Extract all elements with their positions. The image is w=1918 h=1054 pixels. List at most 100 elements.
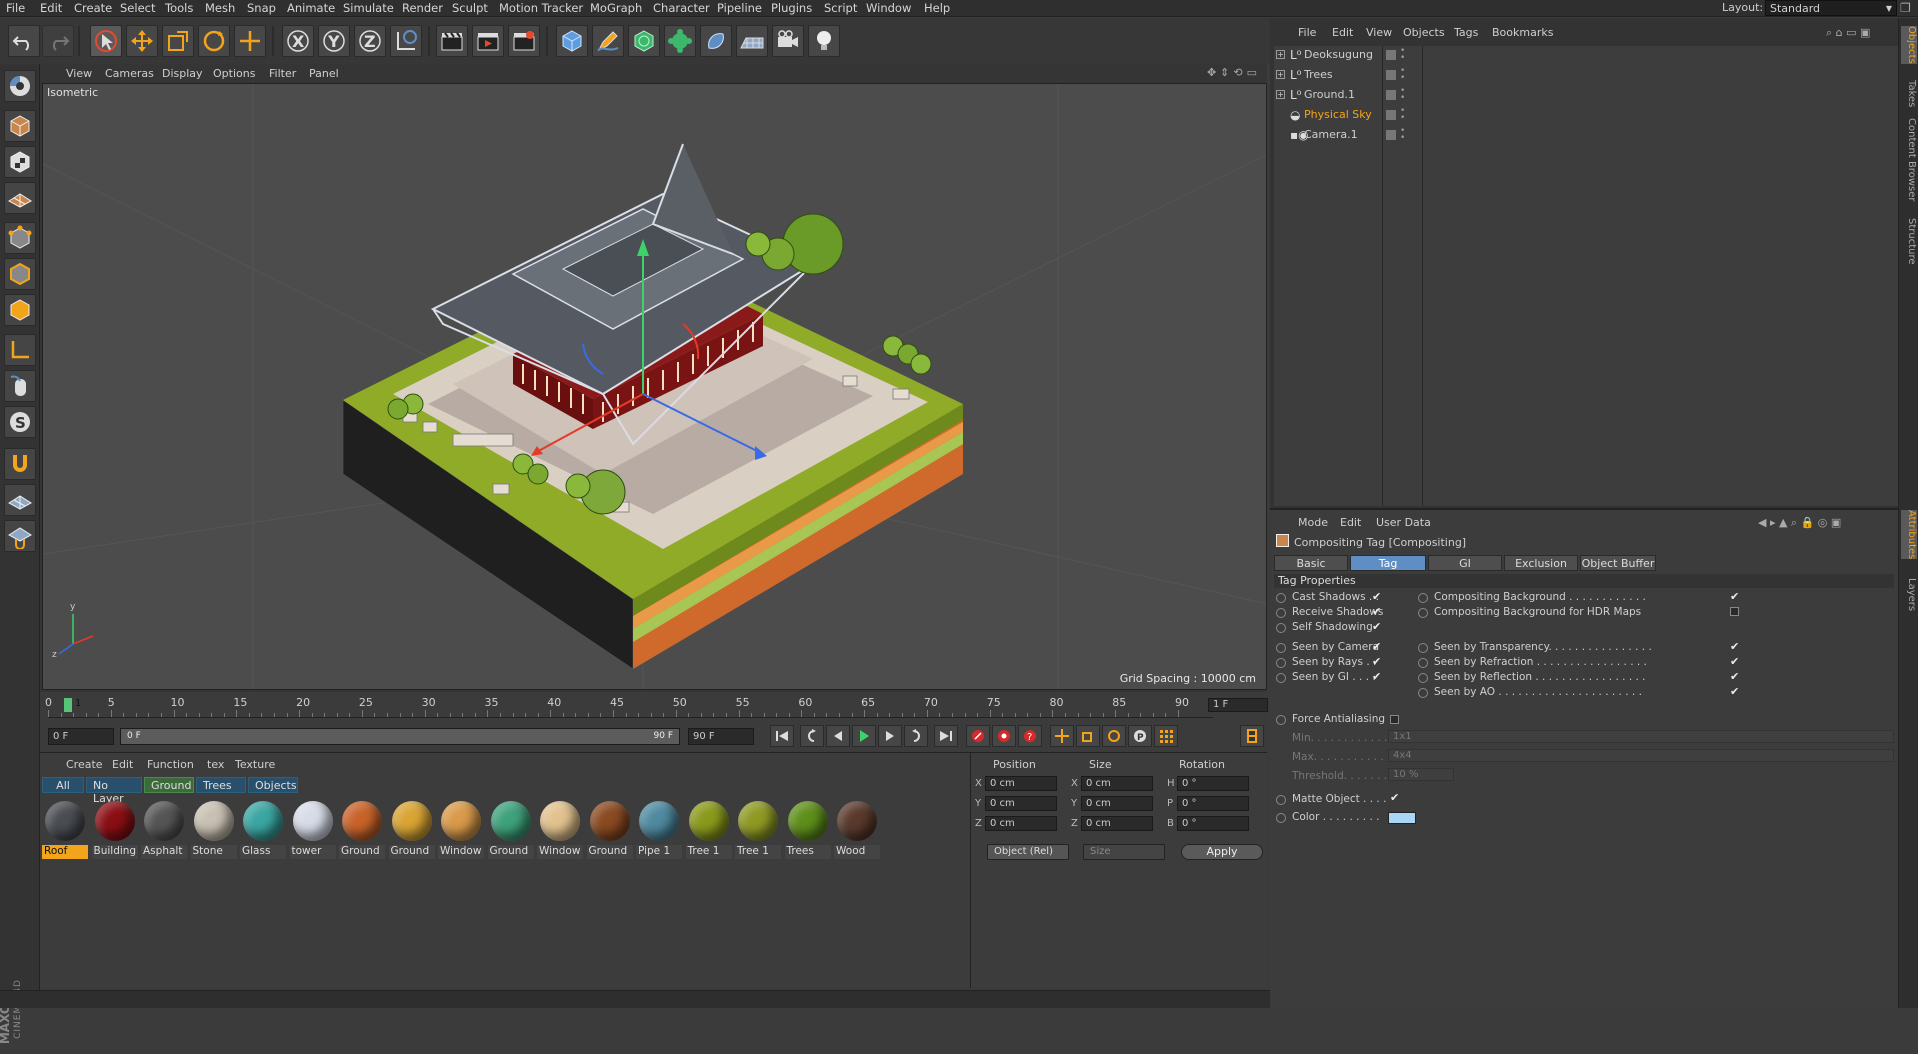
menu-script[interactable]: Script (824, 1, 857, 15)
x-axis-lock-button[interactable]: X (282, 25, 314, 57)
max-dropdown[interactable]: 4x4 (1388, 749, 1894, 762)
add-subdivision-button[interactable] (628, 25, 660, 57)
transform-button[interactable] (234, 25, 266, 57)
property-checkmark[interactable]: ✔ (1730, 686, 1741, 698)
menu-character[interactable]: Character (653, 1, 710, 15)
previous-frame-button[interactable] (826, 725, 850, 747)
side-tab-objects[interactable]: Objects (1901, 26, 1917, 64)
animation-radio[interactable] (1276, 673, 1286, 683)
vp-menu-panel[interactable]: Panel (309, 67, 339, 80)
menu-animate[interactable]: Animate (287, 1, 335, 15)
menu-create[interactable]: Create (74, 1, 112, 15)
object-row[interactable]: ◒ Physical Sky • • (1274, 106, 1898, 126)
attr-menu-mode[interactable]: Mode (1298, 516, 1328, 529)
pos-y-field[interactable]: 0 cm (985, 796, 1057, 811)
object-row[interactable]: + L⁰ Trees • • (1274, 66, 1898, 86)
add-camera-button[interactable] (772, 25, 804, 57)
property-checkbox[interactable] (1730, 607, 1739, 616)
side-tab-structure[interactable]: Structure (1901, 218, 1917, 265)
next-key-button[interactable] (904, 725, 928, 747)
vp-menu-display[interactable]: Display (162, 67, 203, 80)
object-row[interactable]: + L⁰ Ground.1 • • (1274, 86, 1898, 106)
filter-objects[interactable]: Objects (248, 777, 298, 793)
rotate-button[interactable] (198, 25, 230, 57)
mat-menu-texture[interactable]: Texture (235, 758, 275, 771)
obj-menu-objects[interactable]: Objects (1403, 26, 1445, 39)
material-swatch[interactable]: Trees (784, 799, 831, 861)
make-editable-button[interactable] (4, 70, 36, 102)
layout-dropdown[interactable]: Standard ▼ (1765, 0, 1897, 16)
color-swatch[interactable] (1388, 812, 1416, 824)
autokey-button[interactable] (992, 725, 1016, 747)
material-swatch[interactable]: Ground (339, 799, 385, 861)
property-checkmark[interactable]: ✔ (1730, 671, 1741, 683)
side-tab-takes[interactable]: Takes (1901, 80, 1917, 107)
tab-exclusion[interactable]: Exclusion (1504, 555, 1578, 571)
next-frame-button[interactable] (878, 725, 902, 747)
key-rotation-button[interactable] (1102, 725, 1126, 747)
tab-gi[interactable]: GI (1428, 555, 1502, 571)
material-swatch[interactable]: Roof (42, 799, 88, 861)
go-to-end-button[interactable] (934, 725, 958, 747)
animation-radio[interactable] (1418, 643, 1428, 653)
menu-pipeline[interactable]: Pipeline (717, 1, 762, 15)
tweak-mode-button[interactable] (4, 370, 36, 402)
material-swatch[interactable]: Tree 1 (735, 799, 781, 861)
property-checkmark[interactable]: ✔ (1372, 656, 1383, 668)
material-swatch[interactable]: Pipe 1 (636, 799, 682, 861)
size-y-field[interactable]: 0 cm (1081, 796, 1153, 811)
timeline-ruler[interactable]: 0 5 10 15 20 25 30 35 40 45 50 55 60 65 70 75 80 85 90 (45, 696, 1213, 718)
visibility-dots-icon[interactable]: • • (1400, 127, 1405, 143)
obj-menu-tags[interactable]: Tags (1454, 26, 1478, 39)
material-swatch[interactable]: tower (289, 799, 336, 861)
3d-viewport[interactable]: Isometric y z Grid Spacing: 10000 cm (42, 83, 1267, 690)
menu-simulate[interactable]: Simulate (343, 1, 394, 15)
object-manager-search-icon[interactable]: ⌕ ⌂ ▭ ▣ (1826, 26, 1870, 40)
property-checkmark[interactable]: ✔ (1372, 641, 1383, 653)
expand-toggle-icon[interactable]: + (1276, 70, 1285, 79)
threshold-field[interactable]: 10 % (1388, 768, 1454, 781)
filter-trees[interactable]: Trees (196, 777, 246, 793)
animation-radio[interactable] (1276, 593, 1286, 603)
animation-radio[interactable] (1276, 658, 1286, 668)
object-row[interactable]: + L⁰ Deoksugung • • (1274, 46, 1898, 66)
undo-button[interactable] (8, 25, 40, 57)
key-param-button[interactable]: P (1128, 725, 1152, 747)
material-swatch[interactable]: Ground (487, 799, 534, 861)
frame-end-field[interactable]: 90 F (688, 728, 754, 745)
menu-tools[interactable]: Tools (165, 1, 193, 15)
animation-radio[interactable] (1418, 688, 1428, 698)
menu-plugins[interactable]: Plugins (771, 1, 812, 15)
add-floor-button[interactable] (736, 25, 768, 57)
menu-mograph[interactable]: MoGraph (590, 1, 642, 15)
size-mode-dropdown[interactable]: Size (1083, 844, 1165, 860)
edges-mode-button[interactable] (4, 258, 36, 290)
filter-all[interactable]: All (42, 777, 84, 793)
filter-ground[interactable]: Ground (144, 777, 194, 793)
menu-edit[interactable]: Edit (40, 1, 62, 15)
menu-motion-tracker[interactable]: Motion Tracker (499, 1, 583, 15)
side-tab-content-browser[interactable]: Content Browser (1901, 118, 1917, 201)
layer-color-swatch[interactable] (1386, 90, 1396, 100)
menu-window[interactable]: Window (866, 1, 911, 15)
menu-select[interactable]: Select (120, 1, 155, 15)
vp-menu-options[interactable]: Options (213, 67, 255, 80)
size-x-field[interactable]: 0 cm (1081, 776, 1153, 791)
matte-anim-radio[interactable] (1276, 795, 1286, 805)
obj-menu-file[interactable]: File (1298, 26, 1316, 39)
size-z-field[interactable]: 0 cm (1081, 816, 1153, 831)
animation-radio[interactable] (1276, 623, 1286, 633)
window-restore-icon[interactable]: ❐ (1900, 1, 1914, 15)
matte-object-checkmark[interactable]: ✔ (1390, 792, 1401, 804)
material-swatch[interactable]: Ground (586, 799, 633, 861)
key-scale-button[interactable] (1076, 725, 1100, 747)
material-swatch[interactable]: Window (438, 799, 484, 861)
y-axis-lock-button[interactable]: Y (318, 25, 350, 57)
material-swatch[interactable]: Building (91, 799, 138, 861)
go-to-start-button[interactable] (770, 725, 794, 747)
tab-tag[interactable]: Tag (1350, 555, 1426, 571)
axis-mode-button[interactable] (4, 334, 36, 366)
render-view-button[interactable] (436, 25, 468, 57)
layer-color-swatch[interactable] (1386, 50, 1396, 60)
material-swatch[interactable]: Stone (190, 799, 237, 861)
